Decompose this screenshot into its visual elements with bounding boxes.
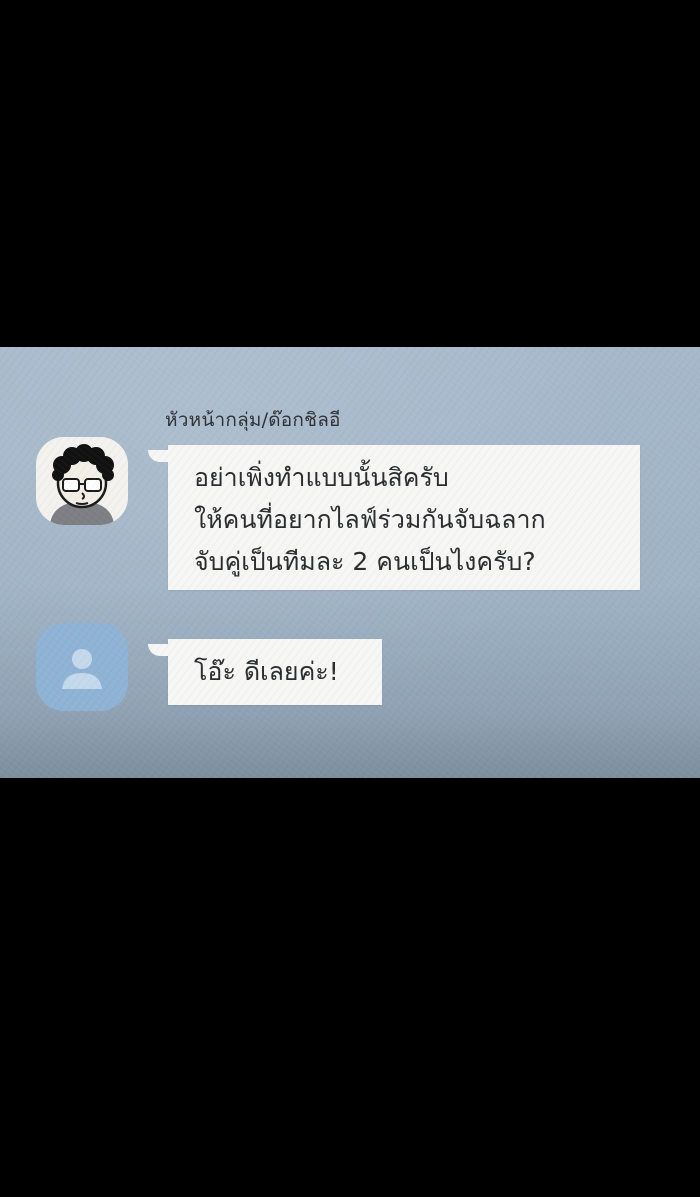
default-user-avatar-icon[interactable] [36,623,128,711]
curly-hair-glasses-avatar-icon[interactable] [36,437,128,525]
message-bubble-2: โอ๊ะ ดีเลยค่ะ! [148,639,382,705]
message-line: อย่าเพิ่งทำแบบนั้นสิครับ [194,463,449,492]
message-line: โอ๊ะ ดีเลยค่ะ! [194,657,339,686]
bottom-letterbox [0,778,700,1197]
top-letterbox [0,0,700,347]
sender-name: หัวหน้ากลุ่ม/ด๊อกชิลอี [165,409,341,431]
message-line: ให้คนที่อยากไลฟ์ร่วมกันจับฉลาก [194,505,546,534]
chat-panel: หัวหน้ากลุ่ม/ด๊อกชิลอี อย่าเพิ่งทำแบบนั้… [0,347,700,778]
message-line: จับคู่เป็นทีมละ 2 คนเป็นไงครับ? [194,547,536,576]
message-bubble-1: อย่าเพิ่งทำแบบนั้นสิครับ ให้คนที่อยากไลฟ… [148,445,640,590]
